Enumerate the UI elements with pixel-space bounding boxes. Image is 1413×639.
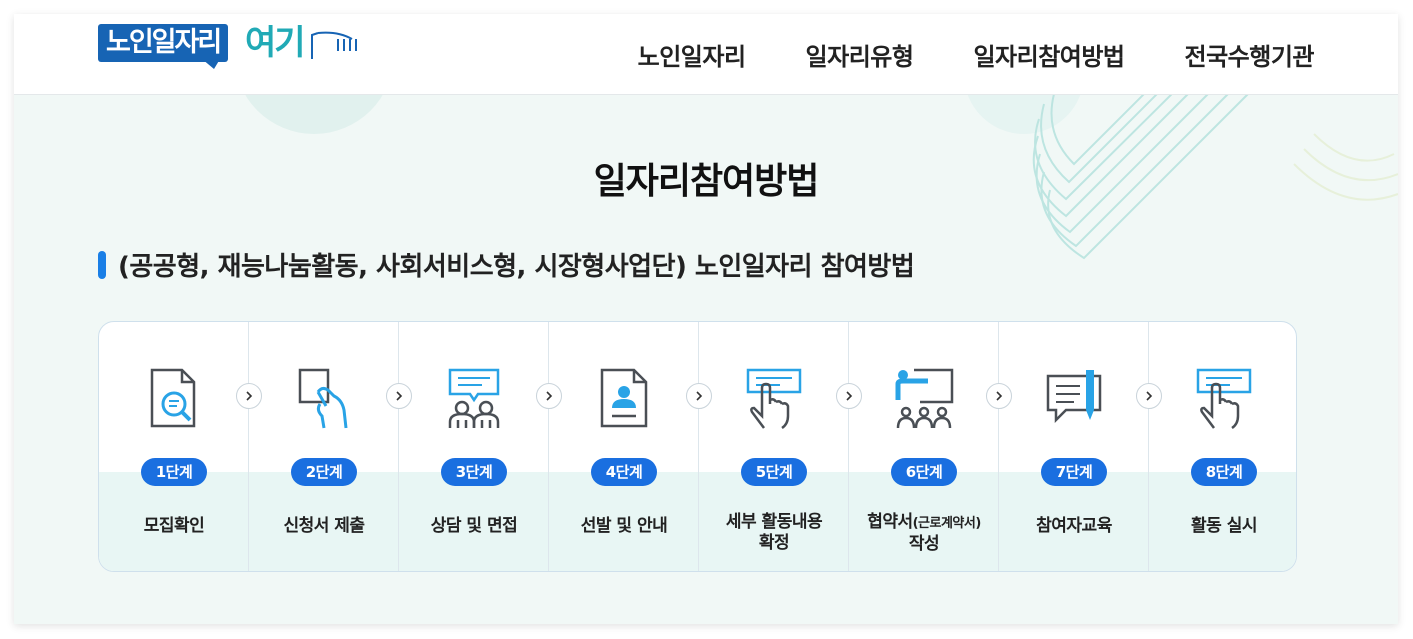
chevron-right-icon [696, 391, 703, 401]
hand-submit-document-icon [298, 368, 348, 429]
step-arrow [236, 383, 262, 409]
step-badge: 7단계 [1041, 458, 1107, 486]
step-label: 협약서(근로계약서) 작성 [867, 512, 981, 554]
step-label: 참여자교육 [1036, 516, 1112, 536]
chevron-right-icon [1146, 391, 1153, 401]
step-1: 1단계 모집확인 [99, 322, 249, 571]
nav-item-how-to-join[interactable]: 일자리참여방법 [973, 37, 1125, 72]
step-label: 모집확인 [143, 516, 205, 536]
logo-pointer-icon [311, 31, 357, 59]
step-arrow [386, 383, 412, 409]
step-7: 7단계 참여자교육 [999, 322, 1149, 571]
step-2: 2단계 신청서 제출 [249, 322, 399, 571]
touch-screen-icon [1196, 368, 1252, 430]
step-badge: 3단계 [441, 458, 507, 486]
steps-card: 1단계 모집확인 2단계 신청서 제출 3단계 상담 및 면접 4단계 선발 및… [98, 321, 1297, 572]
step-badge: 2단계 [291, 458, 357, 486]
site-logo[interactable]: 노인일자리 여기 [98, 21, 368, 69]
step-badge: 5단계 [741, 458, 807, 486]
interview-people-icon [448, 368, 500, 428]
step-8: 8단계 활동 실시 [1149, 322, 1296, 571]
presentation-board-icon [895, 368, 954, 429]
logo-accent-text: 여기 [245, 23, 306, 63]
step-6: 6단계 협약서(근로계약서) 작성 [849, 322, 999, 571]
step-badge: 6단계 [891, 458, 957, 486]
step-arrow [686, 383, 712, 409]
step-badge: 1단계 [141, 458, 207, 486]
chevron-right-icon [846, 391, 853, 401]
step-label: 활동 실시 [1191, 516, 1257, 536]
nav-item-agencies[interactable]: 전국수행기관 [1185, 37, 1315, 72]
step-label: 신청서 제출 [283, 516, 365, 536]
nav-item-senior-jobs[interactable]: 노인일자리 [638, 37, 746, 72]
step-4: 4단계 선발 및 안내 [549, 322, 699, 571]
step-label: 세부 활동내용 확정 [725, 512, 823, 553]
page-title: 일자리참여방법 [593, 161, 820, 202]
subtitle-text: (공공형, 재능나눔활동, 사회서비스형, 시장형사업단) 노인일자리 참여방법 [118, 252, 915, 282]
page-frame: 노인일자리 여기 노인일자리 일자리유형 일자리참여방법 전국수행기관 일자리참… [14, 14, 1398, 624]
section-subtitle: (공공형, 재능나눔활동, 사회서비스형, 시장형사업단) 노인일자리 참여방법 [98, 246, 915, 283]
step-arrow [836, 383, 862, 409]
chevron-right-icon [996, 391, 1003, 401]
step-badge: 8단계 [1191, 458, 1257, 486]
profile-document-icon [600, 368, 648, 428]
step-3: 3단계 상담 및 면접 [399, 322, 549, 571]
step-arrow [986, 383, 1012, 409]
step-5: 5단계 세부 활동내용 확정 [699, 322, 849, 571]
step-badge: 4단계 [591, 458, 657, 486]
subtitle-accent-bar [98, 250, 106, 279]
main-nav: 노인일자리 일자리유형 일자리참여방법 전국수행기관 [638, 14, 1315, 95]
speech-pen-icon [1046, 370, 1102, 424]
touch-screen-icon [746, 368, 802, 430]
document-search-icon [150, 368, 196, 428]
chevron-right-icon [246, 391, 253, 401]
nav-item-job-types[interactable]: 일자리유형 [806, 37, 914, 72]
step-arrow [536, 383, 562, 409]
site-header: 노인일자리 여기 노인일자리 일자리유형 일자리참여방법 전국수행기관 [14, 14, 1398, 95]
step-label: 상담 및 면접 [430, 516, 518, 536]
step-label: 선발 및 안내 [580, 516, 668, 536]
chevron-right-icon [546, 391, 553, 401]
logo-text: 노인일자리 [98, 24, 229, 62]
step-arrow [1136, 383, 1162, 409]
logo-speech-tail [202, 59, 220, 69]
chevron-right-icon [396, 391, 403, 401]
